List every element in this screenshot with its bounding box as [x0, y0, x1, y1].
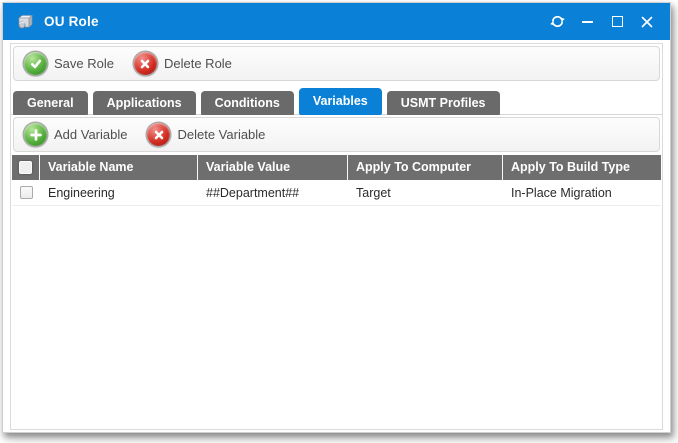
x-circle-icon [134, 52, 157, 75]
tab-usmt-profiles[interactable]: USMT Profiles [387, 91, 500, 115]
variables-grid: Variable Name Variable Value Apply To Co… [12, 155, 661, 206]
variable-toolbar: Add Variable Delete Variable [13, 117, 660, 152]
cell-variable-value: ##Department## [198, 186, 348, 200]
delete-role-button[interactable]: Delete Role [132, 50, 238, 77]
role-toolbar: Save Role Delete Role [13, 46, 660, 81]
cell-apply-to-computer: Target [348, 186, 503, 200]
delete-variable-button[interactable]: Delete Variable [145, 121, 271, 148]
add-variable-button[interactable]: Add Variable [22, 121, 133, 148]
refresh-button[interactable] [542, 3, 572, 40]
grid-header-row: Variable Name Variable Value Apply To Co… [12, 155, 661, 180]
plus-circle-icon [24, 123, 47, 146]
save-role-button[interactable]: Save Role [22, 50, 120, 77]
x-circle-icon [147, 123, 170, 146]
minimize-icon [582, 21, 593, 23]
checkbox-icon [19, 161, 32, 174]
select-all-checkbox[interactable] [12, 155, 40, 180]
cell-variable-name: Engineering [40, 186, 198, 200]
cell-apply-to-build-type: In-Place Migration [503, 186, 661, 200]
ou-role-dialog: OU Role [2, 2, 671, 433]
close-button[interactable] [632, 3, 662, 40]
window-controls [542, 3, 662, 40]
maximize-icon [612, 16, 623, 27]
column-header-variable-value[interactable]: Variable Value [198, 155, 348, 180]
row-checkbox[interactable] [12, 186, 40, 199]
add-variable-label: Add Variable [54, 127, 127, 142]
titlebar-left: OU Role [3, 3, 99, 40]
tab-strip: General Applications Conditions Variable… [13, 88, 500, 115]
titlebar: OU Role [3, 3, 670, 40]
table-row[interactable]: Engineering ##Department## Target In-Pla… [12, 180, 661, 206]
column-header-apply-to-build-type[interactable]: Apply To Build Type [503, 155, 661, 180]
tab-conditions[interactable]: Conditions [201, 91, 294, 115]
close-icon [641, 16, 653, 28]
maximize-button[interactable] [602, 3, 632, 40]
check-circle-icon [24, 52, 47, 75]
column-header-apply-to-computer[interactable]: Apply To Computer [348, 155, 503, 180]
app-icon [16, 14, 35, 30]
delete-role-label: Delete Role [164, 56, 232, 71]
window-title: OU Role [44, 14, 99, 29]
minimize-button[interactable] [572, 3, 602, 40]
column-header-variable-name[interactable]: Variable Name [40, 155, 198, 180]
checkbox-icon [20, 186, 33, 199]
delete-variable-label: Delete Variable [177, 127, 265, 142]
save-role-label: Save Role [54, 56, 114, 71]
tab-general[interactable]: General [13, 91, 88, 115]
tab-applications[interactable]: Applications [93, 91, 196, 115]
refresh-icon [550, 14, 565, 29]
tab-variables[interactable]: Variables [299, 88, 382, 115]
